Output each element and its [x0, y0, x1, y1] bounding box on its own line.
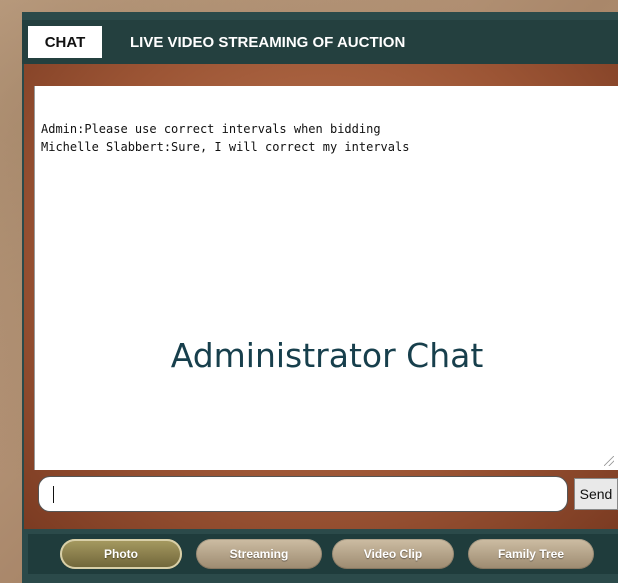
nav-photo-button[interactable]: Photo	[60, 539, 182, 569]
nav-video-clip-button[interactable]: Video Clip	[332, 539, 454, 569]
tab-live-video-streaming[interactable]: LIVE VIDEO STREAMING OF AUCTION	[130, 26, 405, 58]
resize-grip-icon[interactable]	[604, 456, 614, 466]
send-button[interactable]: Send	[574, 478, 618, 510]
chat-input-container[interactable]	[38, 476, 568, 512]
chat-message: Michelle Slabbert:Sure, I will correct m…	[41, 140, 410, 154]
nav-family-tree-button[interactable]: Family Tree	[468, 539, 594, 569]
tab-chat[interactable]: CHAT	[28, 26, 102, 58]
text-caret	[53, 486, 54, 503]
nav-streaming-button[interactable]: Streaming	[196, 539, 322, 569]
chat-transcript[interactable]: Admin:Please use correct intervals when …	[34, 86, 618, 470]
chat-message-input[interactable]	[51, 483, 555, 507]
chat-title: Administrator Chat	[170, 336, 484, 375]
chat-message: Admin:Please use correct intervals when …	[41, 122, 381, 136]
